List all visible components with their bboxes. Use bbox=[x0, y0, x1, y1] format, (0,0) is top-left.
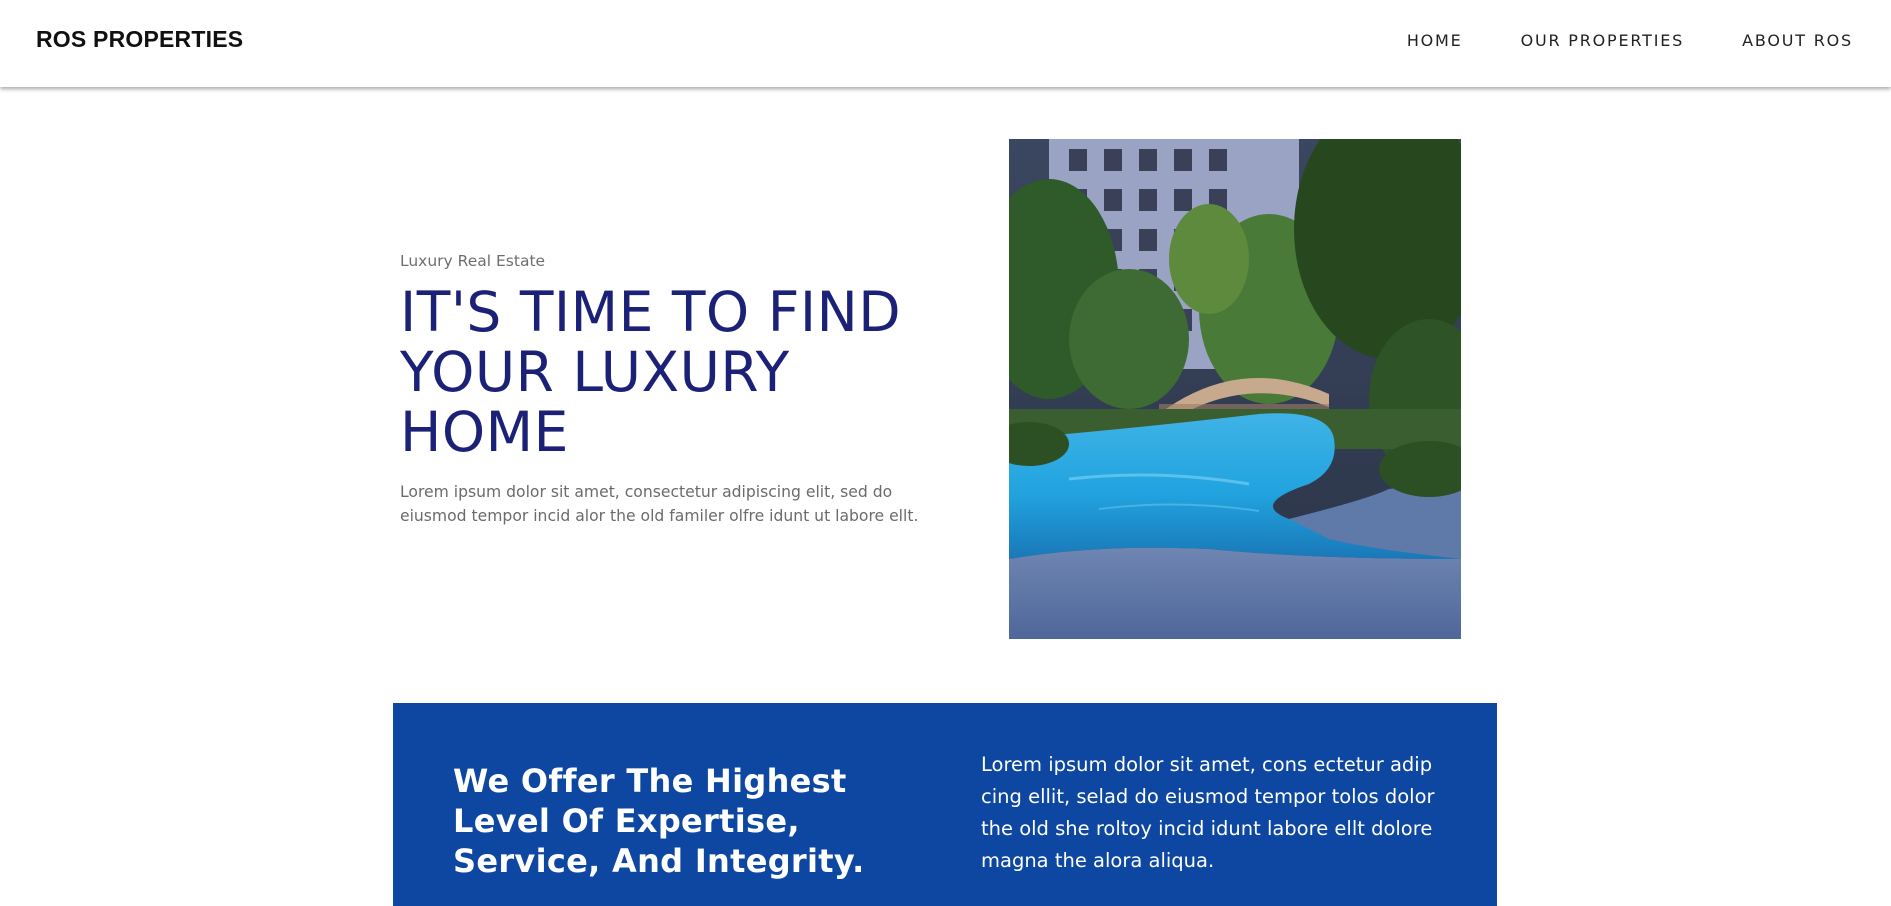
nav-home-link[interactable]: HOME bbox=[1407, 31, 1463, 50]
hero-headline: IT'S TIME TO FIND YOUR LUXURY HOME bbox=[400, 282, 960, 462]
hero-headline-line-1: IT'S TIME TO FIND bbox=[400, 280, 902, 344]
hero-headline-line-2: YOUR LUXURY bbox=[400, 340, 790, 404]
banner-heading: We Offer The Highest Level Of Expertise,… bbox=[453, 761, 873, 881]
hero-section: Luxury Real Estate IT'S TIME TO FIND YOU… bbox=[400, 252, 960, 528]
banner-description: Lorem ipsum dolor sit amet, cons ectetur… bbox=[981, 753, 1435, 872]
hero-description: Lorem ipsum dolor sit amet, consectetur … bbox=[400, 483, 919, 525]
brand-logo[interactable]: ROS PROPERTIES bbox=[36, 26, 243, 53]
hero-pool-image bbox=[1009, 139, 1461, 639]
banner-heading-line-3: Service, And Integrity. bbox=[453, 842, 865, 880]
top-navbar: ROS PROPERTIES HOME OUR PROPERTIES ABOUT… bbox=[0, 0, 1891, 87]
hero-headline-line-3: HOME bbox=[400, 400, 569, 464]
banner-heading-line-1: We Offer The Highest bbox=[453, 762, 847, 800]
nav-our-properties-link[interactable]: OUR PROPERTIES bbox=[1521, 31, 1685, 50]
main-nav: HOME OUR PROPERTIES ABOUT ROS bbox=[1407, 31, 1853, 50]
expertise-banner: We Offer The Highest Level Of Expertise,… bbox=[393, 703, 1497, 906]
nav-about-ros-link[interactable]: ABOUT ROS bbox=[1742, 31, 1853, 50]
banner-heading-line-2: Level Of Expertise, bbox=[453, 802, 800, 840]
hero-kicker: Luxury Real Estate bbox=[400, 252, 546, 270]
